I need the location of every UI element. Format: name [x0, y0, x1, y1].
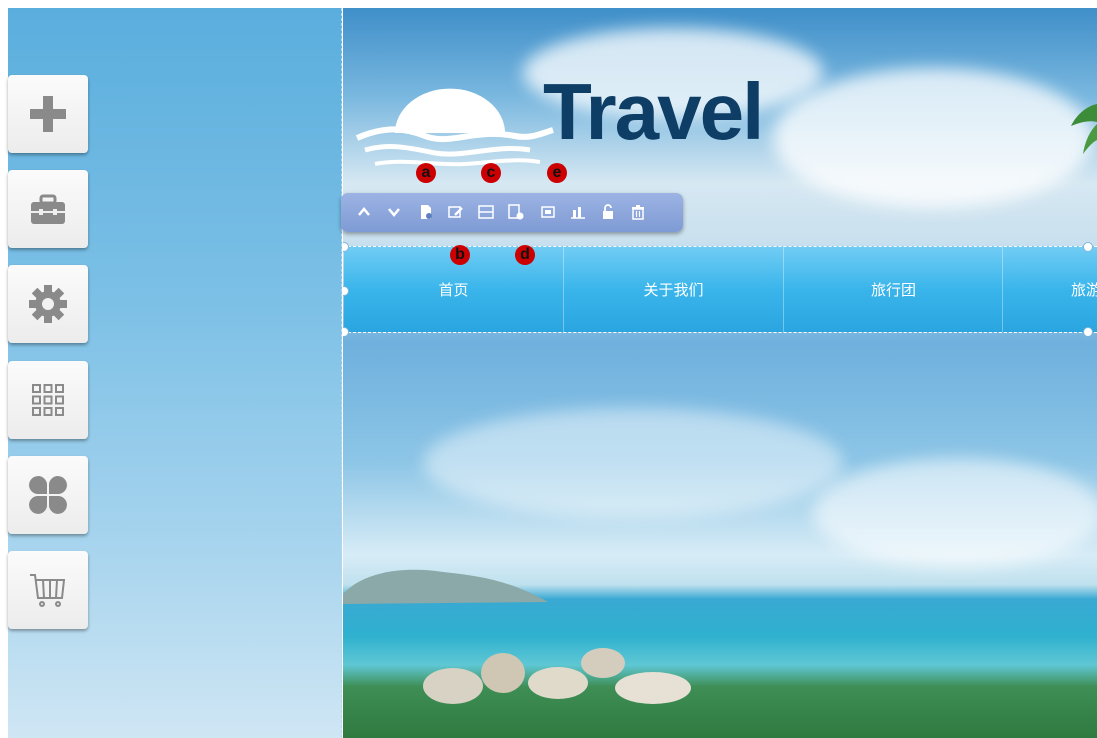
edit-icon — [448, 206, 463, 218]
marker-c: c — [481, 163, 501, 183]
cloud — [423, 408, 843, 518]
chevron-up-icon — [358, 207, 370, 216]
cloud — [813, 458, 1097, 568]
edit-button[interactable] — [445, 201, 467, 223]
settings-icon — [508, 204, 524, 220]
marker-b: b — [450, 245, 470, 265]
resize-handle[interactable] — [1083, 242, 1093, 252]
grid-icon — [32, 384, 64, 416]
palm-tree — [1071, 104, 1097, 154]
marker-a: a — [416, 163, 436, 183]
delete-icon — [632, 205, 644, 220]
page-button[interactable] — [415, 201, 437, 223]
marker-e: e — [547, 163, 567, 183]
gear-icon — [29, 285, 67, 323]
toolbox-icon — [31, 194, 65, 224]
resize-handle[interactable] — [1083, 327, 1093, 337]
settings-button[interactable] — [8, 265, 88, 343]
move-up-button[interactable] — [353, 201, 375, 223]
add-button[interactable] — [8, 75, 88, 153]
nav-item-travel[interactable]: 旅游 — [1002, 246, 1097, 332]
widgets-button[interactable] — [8, 456, 88, 534]
rocks — [423, 648, 691, 704]
page-canvas[interactable]: Travel 首页 关于我们 旅行团 旅游 — [343, 8, 1097, 738]
frame-button[interactable] — [537, 201, 559, 223]
island — [343, 569, 548, 604]
element-toolbar — [341, 193, 683, 232]
lock-icon — [603, 204, 613, 219]
resize-handle[interactable] — [343, 327, 349, 337]
layout-button[interactable] — [475, 201, 497, 223]
chart-button[interactable] — [567, 201, 589, 223]
apps-button[interactable] — [8, 361, 88, 439]
sidebar-divider — [341, 8, 342, 738]
shop-button[interactable] — [8, 551, 88, 629]
clover-icon — [29, 476, 67, 514]
layout-icon — [478, 205, 494, 219]
nav-item-about[interactable]: 关于我们 — [563, 246, 783, 332]
toolbox-button[interactable] — [8, 170, 88, 248]
element-settings-button[interactable] — [505, 201, 527, 223]
chart-icon — [571, 207, 585, 219]
selection-border-bottom — [343, 332, 1097, 333]
frame-icon — [541, 206, 555, 218]
nav-item-tours[interactable]: 旅行团 — [783, 246, 1003, 332]
marker-d: d — [515, 245, 535, 265]
logo-text: Travel — [543, 67, 764, 156]
page-icon — [421, 205, 432, 219]
cart-icon — [30, 574, 66, 607]
delete-button[interactable] — [627, 201, 649, 223]
site-logo — [355, 88, 554, 167]
plus-icon — [30, 96, 66, 132]
chevron-down-icon — [388, 208, 400, 217]
cloud — [773, 68, 1093, 208]
lock-button[interactable] — [597, 201, 619, 223]
move-down-button[interactable] — [383, 201, 405, 223]
